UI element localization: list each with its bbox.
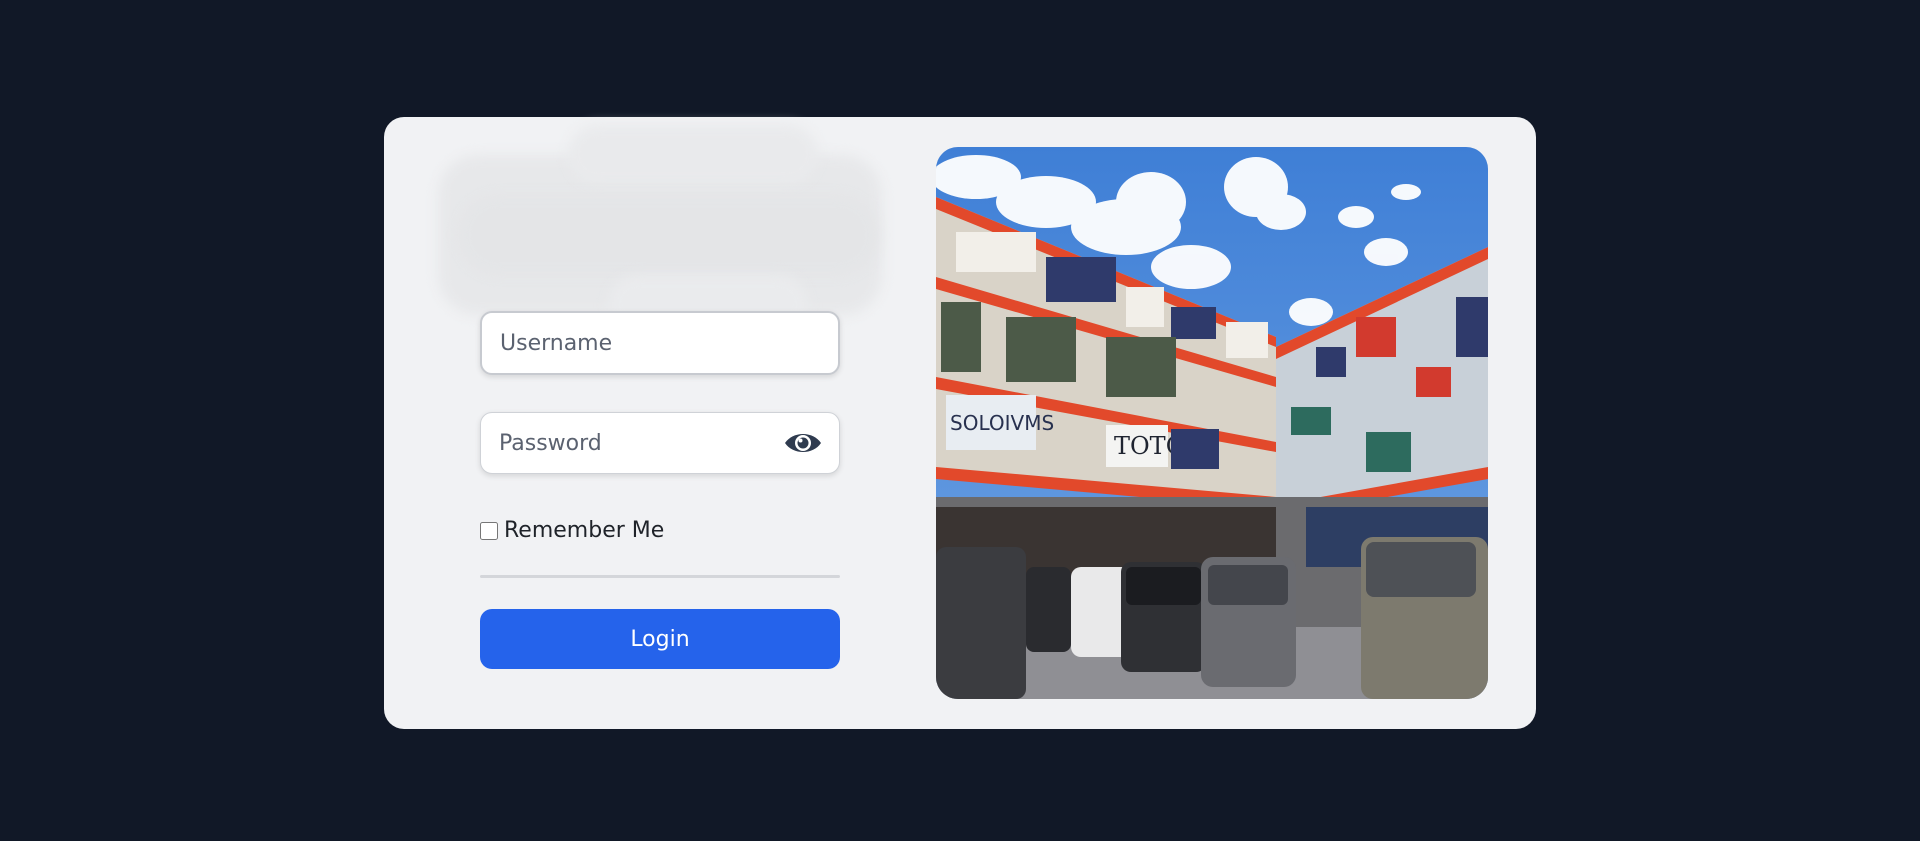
- remember-me[interactable]: Remember Me: [480, 518, 664, 543]
- logo-placeholder: [438, 125, 882, 335]
- username-field[interactable]: [480, 311, 840, 375]
- login-card: Remember Me Login: [384, 117, 1536, 729]
- username-input[interactable]: [500, 330, 820, 356]
- password-input[interactable]: [499, 430, 821, 456]
- storefront-illustration: TOTO SOLOIVMS: [936, 147, 1488, 699]
- storefront-photo: TOTO SOLOIVMS: [936, 147, 1488, 699]
- remember-me-label: Remember Me: [504, 518, 665, 543]
- divider: [480, 575, 840, 578]
- eye-icon[interactable]: [783, 429, 823, 457]
- svg-text:SOLOIVMS: SOLOIVMS: [950, 411, 1054, 435]
- remember-me-checkbox[interactable]: [480, 521, 498, 540]
- login-button[interactable]: Login: [480, 609, 840, 669]
- password-field[interactable]: [480, 412, 840, 474]
